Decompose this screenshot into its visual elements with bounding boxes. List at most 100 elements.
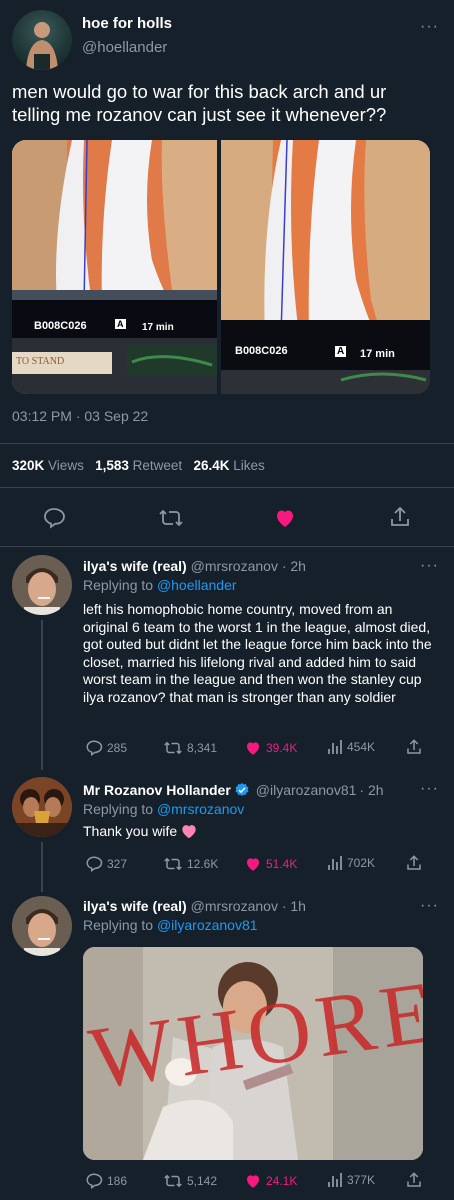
reply-button[interactable] [42,506,66,535]
likes-count[interactable]: 26.4K [193,458,229,473]
reply-count-button[interactable]: 285 [85,739,127,757]
retweets-label[interactable]: Retweet [133,458,183,473]
retweet-count: 12.6K [187,857,219,871]
thread-line [41,620,43,770]
avatar-mrsrozanov[interactable] [12,555,72,615]
retweet-count: 5,142 [187,1174,218,1188]
handle[interactable]: @mrsrozanov [191,558,278,574]
tweet-timestamp[interactable]: 03:12 PM · 03 Sep 22 [12,408,148,424]
divider [0,443,454,444]
photo-2-code: B008C026 [235,345,288,357]
replying-handle-link[interactable]: @hoellander [157,577,237,593]
like-count-button[interactable]: 51.4K [244,855,297,873]
heart-icon [247,858,259,871]
retweet-icon [164,857,182,871]
reply-photo[interactable]: WHORE [83,947,423,1160]
replying-label: Replying to [83,917,154,933]
reply-count-button[interactable]: 186 [85,1172,127,1190]
photo-1-sign: TO STAND [16,356,65,367]
more-options-icon[interactable]: ··· [420,558,439,574]
retweets-count[interactable]: 1,583 [95,458,129,473]
share-button[interactable] [389,505,411,534]
views-count-button[interactable]: 377K [327,1172,375,1188]
thread-line [41,842,43,892]
tweet-text: men would go to war for this back arch a… [12,81,387,125]
divider [0,546,454,547]
handle[interactable]: @ilyarozanov81 [256,782,357,798]
avatar-figure-icon [26,22,58,70]
views-icon [328,1173,342,1187]
display-name[interactable]: Mr Rozanov Hollander [83,782,231,798]
replying-to: Replying to @mrsrozanov [83,801,244,817]
retweet-count: 8,341 [187,741,218,755]
like-count: 51.4K [266,857,298,871]
more-options-icon[interactable]: ··· [420,781,439,797]
reply-count: 327 [107,857,128,871]
likes-label[interactable]: Likes [233,458,265,473]
display-name[interactable]: hoe for holls [82,15,172,32]
reply-text: left his homophobic home country, moved … [83,601,432,705]
share-button[interactable] [405,1171,423,1189]
replying-to: Replying to @hoellander [83,577,237,593]
reply-icon [86,740,103,757]
heart-icon [277,510,293,527]
reply-count-button[interactable]: 327 [85,855,127,873]
verified-badge-icon [235,783,249,796]
retweet-icon [159,509,183,527]
like-button[interactable] [273,506,297,535]
replying-label: Replying to [83,577,154,593]
display-name[interactable]: ilya's wife (real) [83,558,187,574]
photo-1-badge: A [115,319,126,329]
more-options-icon[interactable]: ··· [420,898,439,914]
display-name[interactable]: ilya's wife (real) [83,898,187,914]
avatar-face-icon [12,555,72,615]
views-label: Views [48,458,84,473]
pink-heart-icon [182,824,196,838]
like-count-button[interactable]: 24.1K [244,1172,297,1190]
tweet-photo-2[interactable]: B008C026 A 17 min [221,140,430,394]
retweet-icon [164,1174,182,1188]
reply-time: · 2h [281,558,306,574]
avatar-hoellander[interactable] [12,10,72,70]
retweet-count-button[interactable]: 8,341 [163,739,217,757]
tweet-photo-1[interactable]: B008C026 A 17 min TO STAND [12,140,217,394]
retweet-icon [164,741,182,755]
views-icon [328,740,342,754]
reply-icon [44,508,65,529]
share-button[interactable] [405,738,423,756]
views-icon [328,856,342,870]
divider [0,487,454,488]
reply-header: ilya's wife (real) @mrsrozanov · 2h [83,558,306,574]
photo-1-code: B008C026 [34,320,87,332]
avatar-mrsrozanov[interactable] [12,896,72,956]
reply-icon [86,856,103,873]
avatar-photo-icon [12,777,72,837]
share-icon [407,855,421,870]
more-options-icon[interactable]: ··· [420,19,439,35]
photo-2-badge: A [335,346,347,357]
photo-2-time: 17 min [360,348,395,360]
like-count-button[interactable]: 39.4K [244,739,297,757]
share-icon [391,506,409,526]
views-count: 702K [347,856,376,870]
share-icon [407,1172,421,1187]
replying-to: Replying to @ilyarozanov81 [83,917,258,933]
share-button[interactable] [405,854,423,872]
views-count-button[interactable]: 702K [327,855,375,871]
avatar-face-icon [12,896,72,956]
retweet-button[interactable] [158,506,184,535]
avatar-ilyarozanov81[interactable] [12,777,72,837]
handle[interactable]: @mrsrozanov [191,898,278,914]
views-count-button[interactable]: 454K [327,739,375,755]
heart-icon [247,1175,259,1188]
replying-handle-link[interactable]: @ilyarozanov81 [157,917,258,933]
reply-header: ilya's wife (real) @mrsrozanov · 1h [83,898,306,914]
tweet-stats: 320K Views 1,583 Retweet 26.4K Likes [12,458,265,473]
handle[interactable]: @hoellander [82,39,167,56]
reply-icon [86,1173,103,1190]
reply-time: · 1h [281,898,306,914]
replying-handle-link[interactable]: @mrsrozanov [157,801,244,817]
heart-icon [247,742,259,755]
retweet-count-button[interactable]: 12.6K [163,855,218,873]
retweet-count-button[interactable]: 5,142 [163,1172,217,1190]
